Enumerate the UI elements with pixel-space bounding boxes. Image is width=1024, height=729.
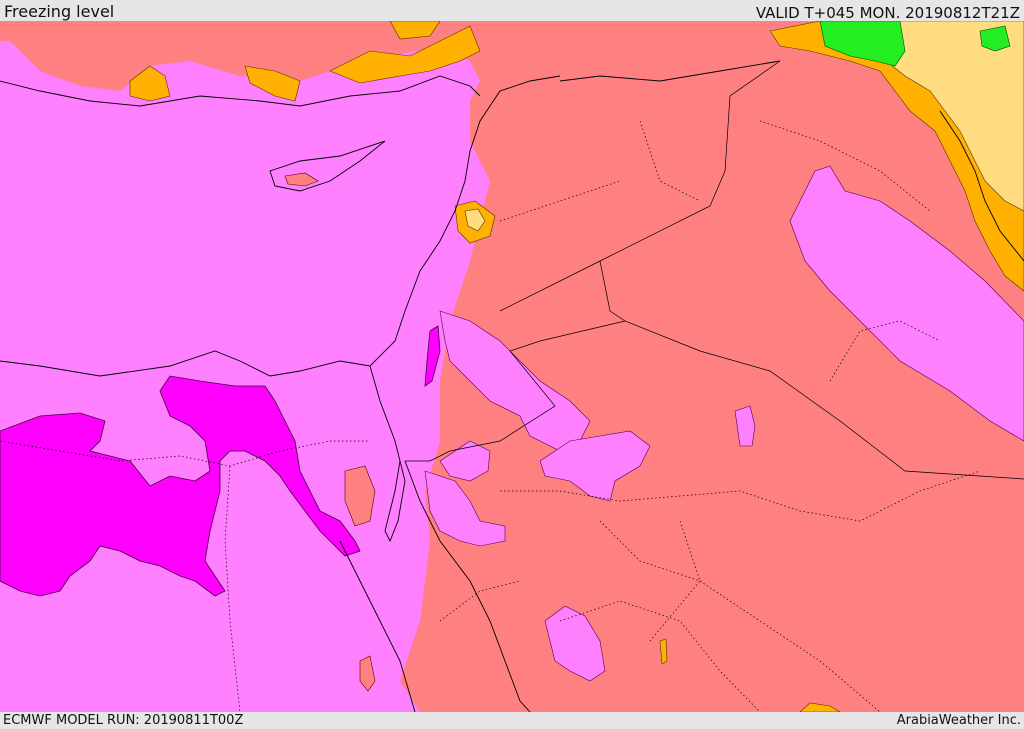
map-title: Freezing level	[4, 2, 115, 21]
weather-map[interactable]	[0, 21, 1024, 712]
footer-bar: ECMWF MODEL RUN: 20190811T00Z ArabiaWeat…	[0, 712, 1024, 729]
credit-label: ArabiaWeather Inc.	[896, 713, 1021, 728]
model-run-label: ECMWF MODEL RUN: 20190811T00Z	[3, 713, 244, 728]
valid-time-label: VALID T+045 MON. 20190812T21Z	[755, 4, 1020, 22]
header-bar: Freezing level VALID T+045 MON. 20190812…	[0, 0, 1024, 21]
map-canvas	[0, 21, 1024, 712]
